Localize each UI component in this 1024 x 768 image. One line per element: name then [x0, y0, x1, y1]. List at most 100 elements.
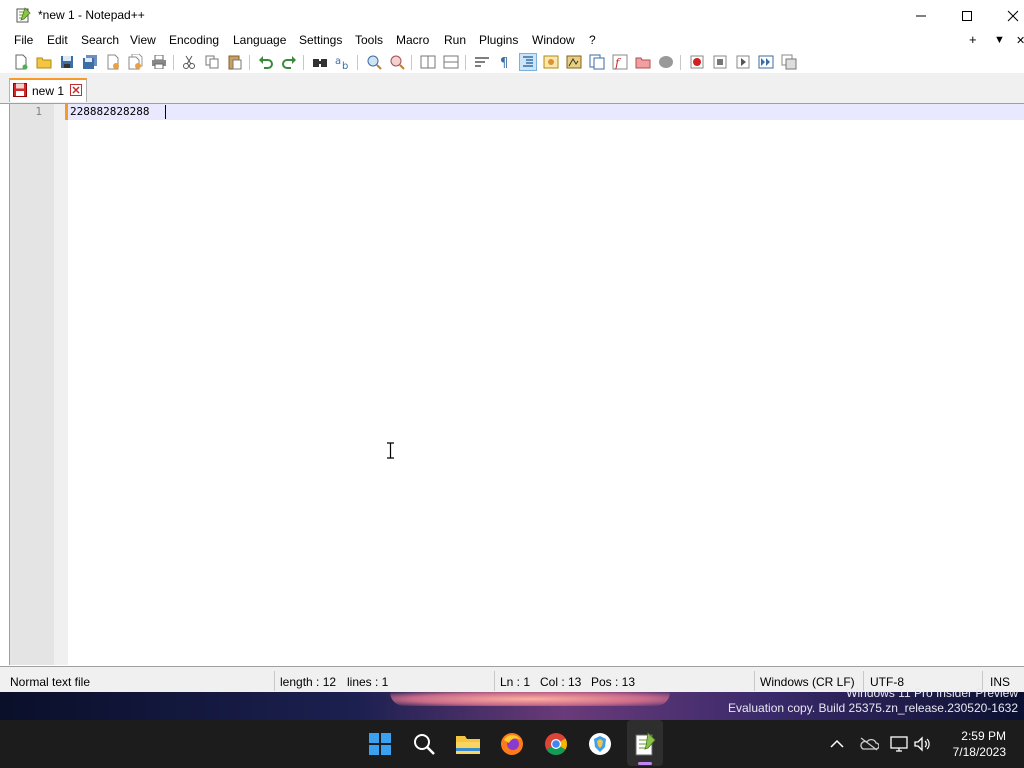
chrome-icon[interactable] — [542, 730, 570, 758]
window-title: *new 1 - Notepad++ — [38, 8, 145, 22]
close-tab-icon[interactable] — [70, 84, 82, 96]
paste-icon[interactable] — [226, 53, 244, 71]
close-file-icon[interactable] — [104, 53, 122, 71]
open-file-icon[interactable] — [35, 53, 53, 71]
close-window-button[interactable] — [990, 0, 1024, 31]
word-wrap-icon[interactable] — [473, 53, 491, 71]
start-icon[interactable] — [366, 730, 394, 758]
cut-icon[interactable] — [180, 53, 198, 71]
monitoring-icon[interactable] — [657, 53, 675, 71]
redo-icon[interactable] — [280, 53, 298, 71]
stop-recording-icon[interactable] — [711, 53, 729, 71]
svg-text:¶: ¶ — [500, 56, 508, 69]
status-ln: Ln : 1 — [500, 675, 531, 689]
editor-line-text[interactable]: 228882828288 — [70, 104, 149, 120]
menu-run[interactable]: Run — [444, 33, 466, 47]
maximize-button[interactable] — [944, 0, 990, 31]
notepadpp-app-icon — [15, 7, 31, 23]
save-all-icon[interactable] — [81, 53, 99, 71]
volume-icon[interactable] — [913, 734, 933, 754]
tab-new-1[interactable]: new 1 — [9, 78, 87, 102]
menu-search[interactable]: Search — [81, 33, 119, 47]
save-macro-icon[interactable] — [780, 53, 798, 71]
menu-bar: File Edit Search View Encoding Language … — [0, 31, 1024, 51]
clock[interactable]: 2:59 PM 7/18/2023 — [953, 728, 1006, 760]
tab-list-dropdown[interactable]: ▼ — [994, 34, 1005, 46]
menu-language[interactable]: Language — [233, 33, 286, 47]
minimize-button[interactable] — [898, 0, 944, 31]
taskbar: 2:59 PM 7/18/2023 — [0, 720, 1024, 768]
close-tab-menu-button[interactable]: ✕ — [1016, 34, 1024, 47]
print-icon[interactable] — [150, 53, 168, 71]
network-icon[interactable] — [890, 734, 910, 754]
find-icon[interactable] — [311, 53, 329, 71]
save-icon[interactable] — [58, 53, 76, 71]
status-eol[interactable]: Windows (CR LF) — [760, 675, 855, 689]
menu-settings[interactable]: Settings — [299, 33, 342, 47]
status-length: length : 12 — [280, 675, 337, 689]
file-explorer-icon[interactable] — [454, 730, 482, 758]
new-tab-button[interactable]: + — [969, 32, 977, 47]
status-pos: Pos : 13 — [591, 675, 636, 689]
playback-macro-icon[interactable] — [734, 53, 752, 71]
line-number: 1 — [35, 105, 42, 118]
menu-help[interactable]: ? — [589, 33, 596, 47]
document-list-icon[interactable] — [588, 53, 606, 71]
document-map-icon[interactable] — [565, 53, 583, 71]
close-all-icon[interactable] — [127, 53, 145, 71]
brave-icon[interactable] — [586, 730, 614, 758]
show-all-characters-icon[interactable]: ¶ — [496, 53, 514, 71]
new-file-icon[interactable] — [12, 53, 30, 71]
folder-as-workspace-icon[interactable] — [634, 53, 652, 71]
svg-text:b: b — [342, 61, 348, 70]
tab-bar: new 1 — [0, 73, 1024, 104]
sync-vertical-icon[interactable] — [419, 53, 437, 71]
undo-icon[interactable] — [257, 53, 275, 71]
active-app-indicator — [638, 762, 652, 765]
text-caret — [165, 105, 166, 119]
zoom-in-icon[interactable] — [365, 53, 383, 71]
svg-text:a: a — [335, 56, 341, 67]
chevron-up-icon[interactable] — [827, 734, 847, 754]
ibeam-cursor-icon — [387, 442, 394, 459]
menu-window[interactable]: Window — [532, 33, 575, 47]
status-col: Col : 13 — [540, 675, 582, 689]
menu-macro[interactable]: Macro — [396, 33, 429, 47]
notepadpp-icon[interactable] — [631, 730, 659, 758]
clock-date: 7/18/2023 — [952, 745, 1006, 759]
search-icon[interactable] — [410, 730, 438, 758]
user-defined-language-icon[interactable] — [542, 53, 560, 71]
change-history-marker — [65, 104, 68, 120]
menu-file[interactable]: File — [14, 33, 33, 47]
watermark-edition: Windows 11 Pro Insider Preview — [846, 686, 1018, 700]
toolbar: ab ¶ f — [0, 51, 1024, 73]
menu-encoding[interactable]: Encoding — [169, 33, 219, 47]
sync-horizontal-icon[interactable] — [442, 53, 460, 71]
onedrive-icon[interactable] — [859, 734, 879, 754]
menu-tools[interactable]: Tools — [355, 33, 383, 47]
clock-time: 2:59 PM — [961, 729, 1006, 743]
replace-icon[interactable]: ab — [334, 53, 352, 71]
zoom-out-icon[interactable] — [388, 53, 406, 71]
menu-view[interactable]: View — [130, 33, 156, 47]
unsaved-file-icon — [13, 83, 27, 97]
function-list-icon[interactable]: f — [611, 53, 629, 71]
fold-margin — [54, 104, 68, 665]
menu-edit[interactable]: Edit — [47, 33, 68, 47]
run-macro-multiple-icon[interactable] — [757, 53, 775, 71]
title-bar: *new 1 - Notepad++ — [0, 0, 1024, 31]
firefox-icon[interactable] — [498, 730, 526, 758]
editor-area[interactable]: 1 228882828288 — [9, 104, 1024, 665]
watermark-build: Evaluation copy. Build 25375.zn_release.… — [728, 701, 1018, 715]
indent-guide-icon[interactable] — [519, 53, 537, 71]
tab-label: new 1 — [32, 84, 65, 98]
desktop-background: Windows 11 Pro Insider Preview Evaluatio… — [0, 686, 1024, 720]
status-lines: lines : 1 — [347, 675, 389, 689]
current-line-highlight — [68, 104, 1024, 120]
copy-icon[interactable] — [203, 53, 221, 71]
status-file-type: Normal text file — [10, 675, 91, 689]
record-macro-icon[interactable] — [688, 53, 706, 71]
wallpaper-glow — [390, 692, 670, 706]
line-number-gutter: 1 — [10, 104, 68, 665]
menu-plugins[interactable]: Plugins — [479, 33, 518, 47]
